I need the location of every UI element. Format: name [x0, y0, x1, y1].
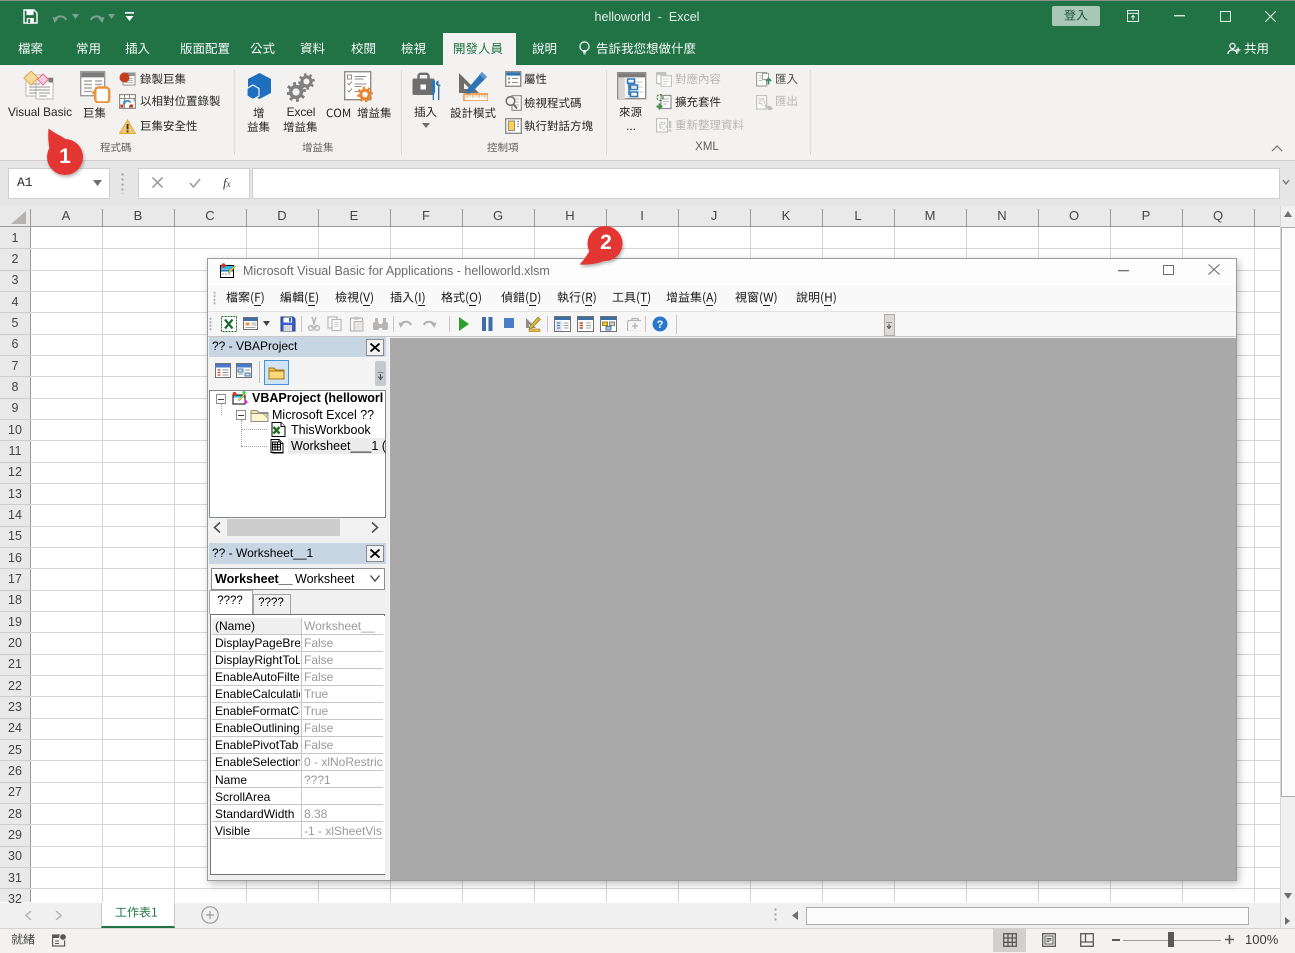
- svg-text:?: ?: [657, 319, 664, 331]
